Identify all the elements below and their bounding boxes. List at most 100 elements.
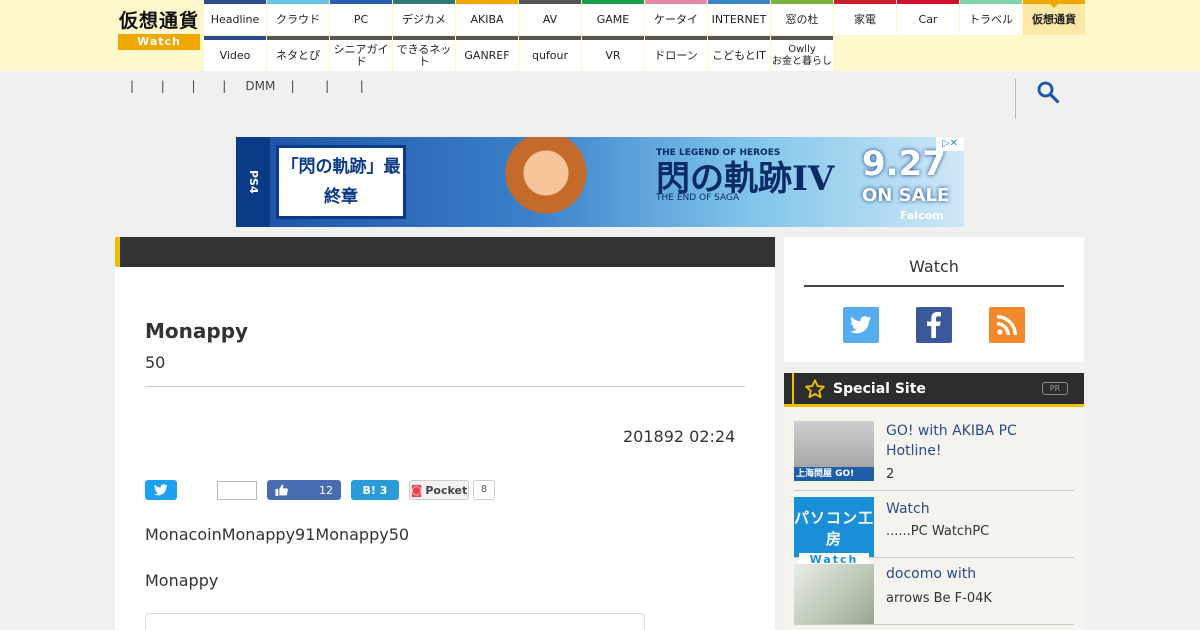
- subnav-link-dmm[interactable]: DMM: [245, 79, 275, 93]
- nav-item-dekiru-net[interactable]: できるネット: [393, 36, 455, 71]
- article-header-bar: [115, 237, 775, 267]
- nav-item-digicame[interactable]: デジカメ: [393, 0, 455, 35]
- nav-item-akiba[interactable]: AKIBA: [456, 0, 518, 35]
- article-paragraph: MonacoinMonappy91Monappy50: [145, 525, 410, 544]
- special-site-header: Special Site PR: [784, 373, 1084, 407]
- nav-item-ganref[interactable]: GANREF: [456, 36, 518, 71]
- twitter-icon[interactable]: [843, 307, 879, 343]
- special-site-desc: arrows Be F-04K: [886, 591, 992, 606]
- nav-item-video[interactable]: Video: [204, 36, 266, 71]
- special-site-box: Special Site PR 上海問屋 GO! GO! with AKIBA …: [784, 373, 1084, 630]
- nav-item-label: Headline: [210, 12, 260, 26]
- nav-item-madonomori[interactable]: 窓の杜: [771, 0, 833, 35]
- nav-item-car[interactable]: Car: [897, 0, 959, 35]
- nav-item-drone[interactable]: ドローン: [645, 36, 707, 71]
- ad-close-button[interactable]: ▷✕: [936, 137, 964, 151]
- ad-platform-label: PS4: [236, 137, 270, 227]
- special-site-thumbnail[interactable]: 上海問屋 GO!: [794, 421, 874, 481]
- tweet-button[interactable]: [145, 480, 177, 500]
- nav-item-owlly[interactable]: Owlly お金と暮らし: [771, 36, 833, 71]
- facebook-icon[interactable]: [916, 307, 952, 343]
- nav-item-label: できるネット: [396, 42, 452, 68]
- special-site-thumbnail[interactable]: パソコン工房 Watch: [794, 497, 875, 566]
- site-nav: Headline クラウド PC デジカメ AKIBA AV GAME ケータイ…: [204, 0, 1085, 71]
- nav-item-label: INTERNET: [711, 12, 767, 26]
- nav-item-crypto[interactable]: 仮想通貨: [1023, 0, 1085, 35]
- ad-onsale-label: ON SALE: [862, 185, 950, 206]
- subnav-separator: |: [130, 79, 135, 93]
- special-site-link[interactable]: Watch: [886, 499, 1074, 519]
- nav-item-internet[interactable]: INTERNET: [708, 0, 770, 35]
- rss-feed-icon: [997, 315, 1017, 335]
- nav-item-keitai[interactable]: ケータイ: [645, 0, 707, 35]
- special-site-item[interactable]: 上海問屋 GO! GO! with AKIBA PC Hotline! 2: [794, 421, 1074, 491]
- nav-item-headline[interactable]: Headline: [204, 0, 266, 35]
- ad-release-date: 9.27: [862, 144, 946, 184]
- nav-item-label: 家電: [854, 12, 876, 26]
- special-site-item[interactable]: パソコン工房 Watch Watch ......PC WatchPC: [794, 497, 1074, 566]
- nav-item-label: トラベル: [969, 12, 1013, 26]
- nav-item-senior-guide[interactable]: シニアガイド: [330, 36, 392, 71]
- facebook-like-button[interactable]: 12: [267, 480, 341, 500]
- pocket-button[interactable]: ◙ Pocket: [409, 480, 469, 500]
- subnav-separator: |: [325, 79, 330, 93]
- special-site-link[interactable]: docomo with: [886, 564, 1074, 584]
- subnav-separator: |: [160, 79, 165, 93]
- article: Monappy 50 201892 02:24 12 B! 3 ◙ Pocket …: [115, 237, 775, 630]
- thumbnail-logo-text: パソコン工房: [794, 509, 875, 548]
- divider: [804, 285, 1064, 287]
- site-header: 仮想通貨 Watch Headline クラウド PC デジカメ AKIBA A…: [0, 0, 1200, 71]
- nav-item-label: ケータイ: [654, 12, 698, 26]
- nav-item-label: こどもとIT: [712, 48, 766, 62]
- search-icon[interactable]: [1036, 80, 1060, 104]
- nav-item-qufour[interactable]: qufour: [519, 36, 581, 71]
- ad-series-label: THE LEGEND OF HEROES: [656, 148, 781, 158]
- nav-item-label: GAME: [596, 12, 630, 26]
- nav-row-primary: Headline クラウド PC デジカメ AKIBA AV GAME ケータイ…: [204, 0, 1085, 35]
- pocket-label: Pocket: [425, 483, 468, 497]
- special-site-item[interactable]: docomo with arrows Be F-04K: [794, 564, 1074, 625]
- article-title: Monappy: [145, 319, 249, 343]
- special-site-desc: 2: [886, 467, 895, 482]
- facebook-f-icon: [927, 312, 941, 338]
- facebook-like-count: 12: [319, 483, 333, 497]
- nav-item-label: PC: [353, 12, 369, 26]
- nav-item-cloud[interactable]: クラウド: [267, 0, 329, 35]
- logo-text: 仮想通貨: [118, 10, 199, 32]
- search-divider: [1015, 79, 1016, 119]
- subnav-separator: |: [222, 79, 227, 93]
- sidebar-social-title: Watch: [909, 257, 959, 276]
- sidebar-social-box: Watch: [784, 237, 1084, 362]
- rss-icon[interactable]: [989, 307, 1025, 343]
- nav-item-kodomo-it[interactable]: こどもとIT: [708, 36, 770, 71]
- pocket-icon: ◙: [410, 483, 423, 497]
- ad-headline: 「閃の軌跡」最終章: [276, 145, 406, 219]
- nav-item-label: AKIBA: [470, 12, 504, 26]
- hatena-bookmark-button[interactable]: B! 3: [351, 480, 399, 500]
- nav-item-game[interactable]: GAME: [582, 0, 644, 35]
- nav-item-vr[interactable]: VR: [582, 36, 644, 71]
- nav-item-label: 仮想通貨: [1032, 12, 1076, 26]
- special-site-title: Special Site: [833, 381, 926, 397]
- special-site-thumbnail[interactable]: [794, 564, 874, 624]
- nav-item-label: VR: [605, 48, 621, 62]
- subnav-separator: |: [290, 79, 295, 93]
- nav-item-netatopi[interactable]: ネタとぴ: [267, 36, 329, 71]
- star-icon: [805, 379, 825, 399]
- sub-nav: | | | | DMM | | |: [130, 79, 364, 93]
- special-site-link[interactable]: GO! with AKIBA PC Hotline!: [886, 421, 1074, 461]
- nav-item-pc[interactable]: PC: [330, 0, 392, 35]
- subnav-separator: |: [359, 79, 364, 93]
- ad-banner[interactable]: PS4 「閃の軌跡」最終章 THE LEGEND OF HEROES 閃の軌跡I…: [236, 137, 964, 227]
- article-paragraph: Monappy: [145, 571, 219, 590]
- nav-item-av[interactable]: AV: [519, 0, 581, 35]
- hatena-bookmark-icon: B!: [362, 483, 376, 497]
- embedded-card[interactable]: [145, 613, 645, 630]
- nav-item-travel[interactable]: トラベル: [960, 0, 1022, 35]
- pocket-count: 8: [473, 480, 495, 500]
- divider: [145, 386, 745, 387]
- nav-item-kaden[interactable]: 家電: [834, 0, 896, 35]
- twitter-bird-icon: [154, 484, 168, 496]
- nav-item-label: qufour: [531, 48, 569, 62]
- site-logo[interactable]: 仮想通貨 Watch: [116, 8, 202, 58]
